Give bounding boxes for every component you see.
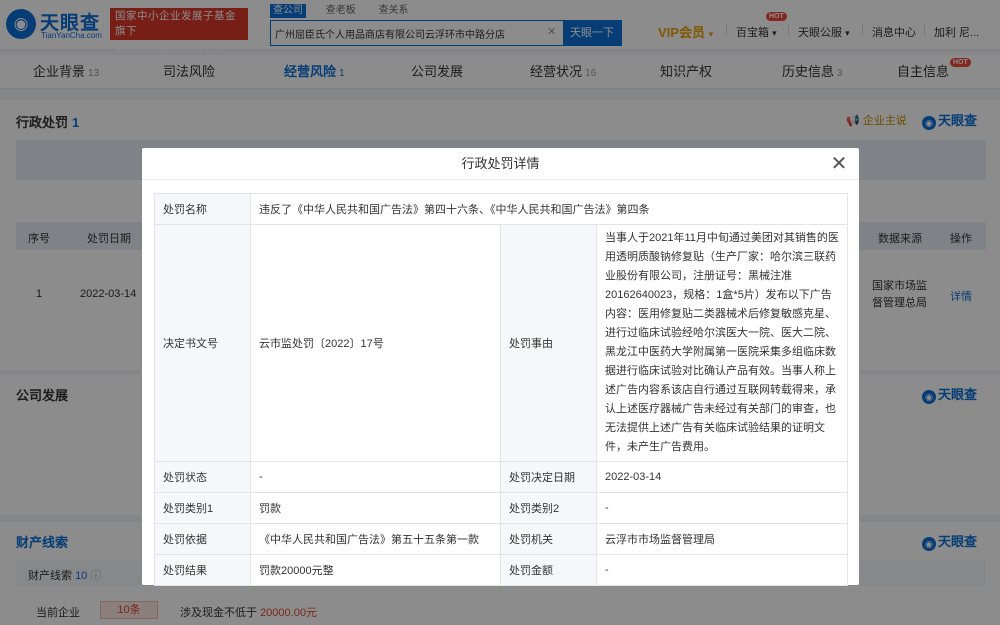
modal-title: 行政处罚详情 [461,156,540,171]
penalty-authority-value: 云浮市市场监督管理局 [595,523,849,555]
penalty-detail-modal: 行政处罚详情 ✕ 处罚名称 违反了《中华人民共和国广告法》第四十六条、《中华人民… [142,148,859,586]
penalty-type1-value: 罚款 [250,492,501,524]
decision-date-label: 处罚决定日期 [500,461,597,493]
penalty-name-label: 处罚名称 [154,193,251,225]
penalty-type2-value: - [595,492,849,524]
penalty-authority-label: 处罚机关 [500,523,597,555]
table-row: 处罚状态 - 处罚决定日期 2022-03-14 [154,461,849,493]
modal-header: 行政处罚详情 ✕ [142,148,859,180]
table-row: 处罚类别1 罚款 处罚类别2 - [154,492,849,524]
penalty-status-value: - [250,461,501,493]
penalty-type1-label: 处罚类别1 [154,492,251,524]
table-row: 处罚名称 违反了《中华人民共和国广告法》第四十六条、《中华人民共和国广告法》第四… [154,193,849,225]
penalty-type2-label: 处罚类别2 [500,492,597,524]
penalty-reason-value: 当事人于2021年11月中旬通过美团对其销售的医用透明质酸钠修复贴（生产厂家：哈… [595,224,849,462]
penalty-basis-value: 《中华人民共和国广告法》第五十五条第一款 [250,523,501,555]
document-number-label: 决定书文号 [154,224,251,462]
decision-date-value: 2022-03-14 [595,461,849,493]
penalty-basis-label: 处罚依据 [154,523,251,555]
close-icon[interactable]: ✕ [827,152,851,176]
penalty-reason-label: 处罚事由 [500,224,597,462]
table-row: 处罚结果 罚款20000元整 处罚金额 - [154,554,849,586]
penalty-amount-value: - [595,554,849,586]
table-row: 处罚依据 《中华人民共和国广告法》第五十五条第一款 处罚机关 云浮市市场监督管理… [154,523,849,555]
penalty-status-label: 处罚状态 [154,461,251,493]
penalty-detail-table: 处罚名称 违反了《中华人民共和国广告法》第四十六条、《中华人民共和国广告法》第四… [154,193,849,586]
table-row: 决定书文号 云市监处罚〔2022〕17号 处罚事由 当事人于2021年11月中旬… [154,224,849,462]
document-number-value: 云市监处罚〔2022〕17号 [250,224,501,462]
penalty-result-label: 处罚结果 [154,554,251,586]
penalty-result-value: 罚款20000元整 [250,554,501,586]
penalty-amount-label: 处罚金额 [500,554,597,586]
penalty-name-value: 违反了《中华人民共和国广告法》第四十六条、《中华人民共和国广告法》第四条 [249,193,849,225]
